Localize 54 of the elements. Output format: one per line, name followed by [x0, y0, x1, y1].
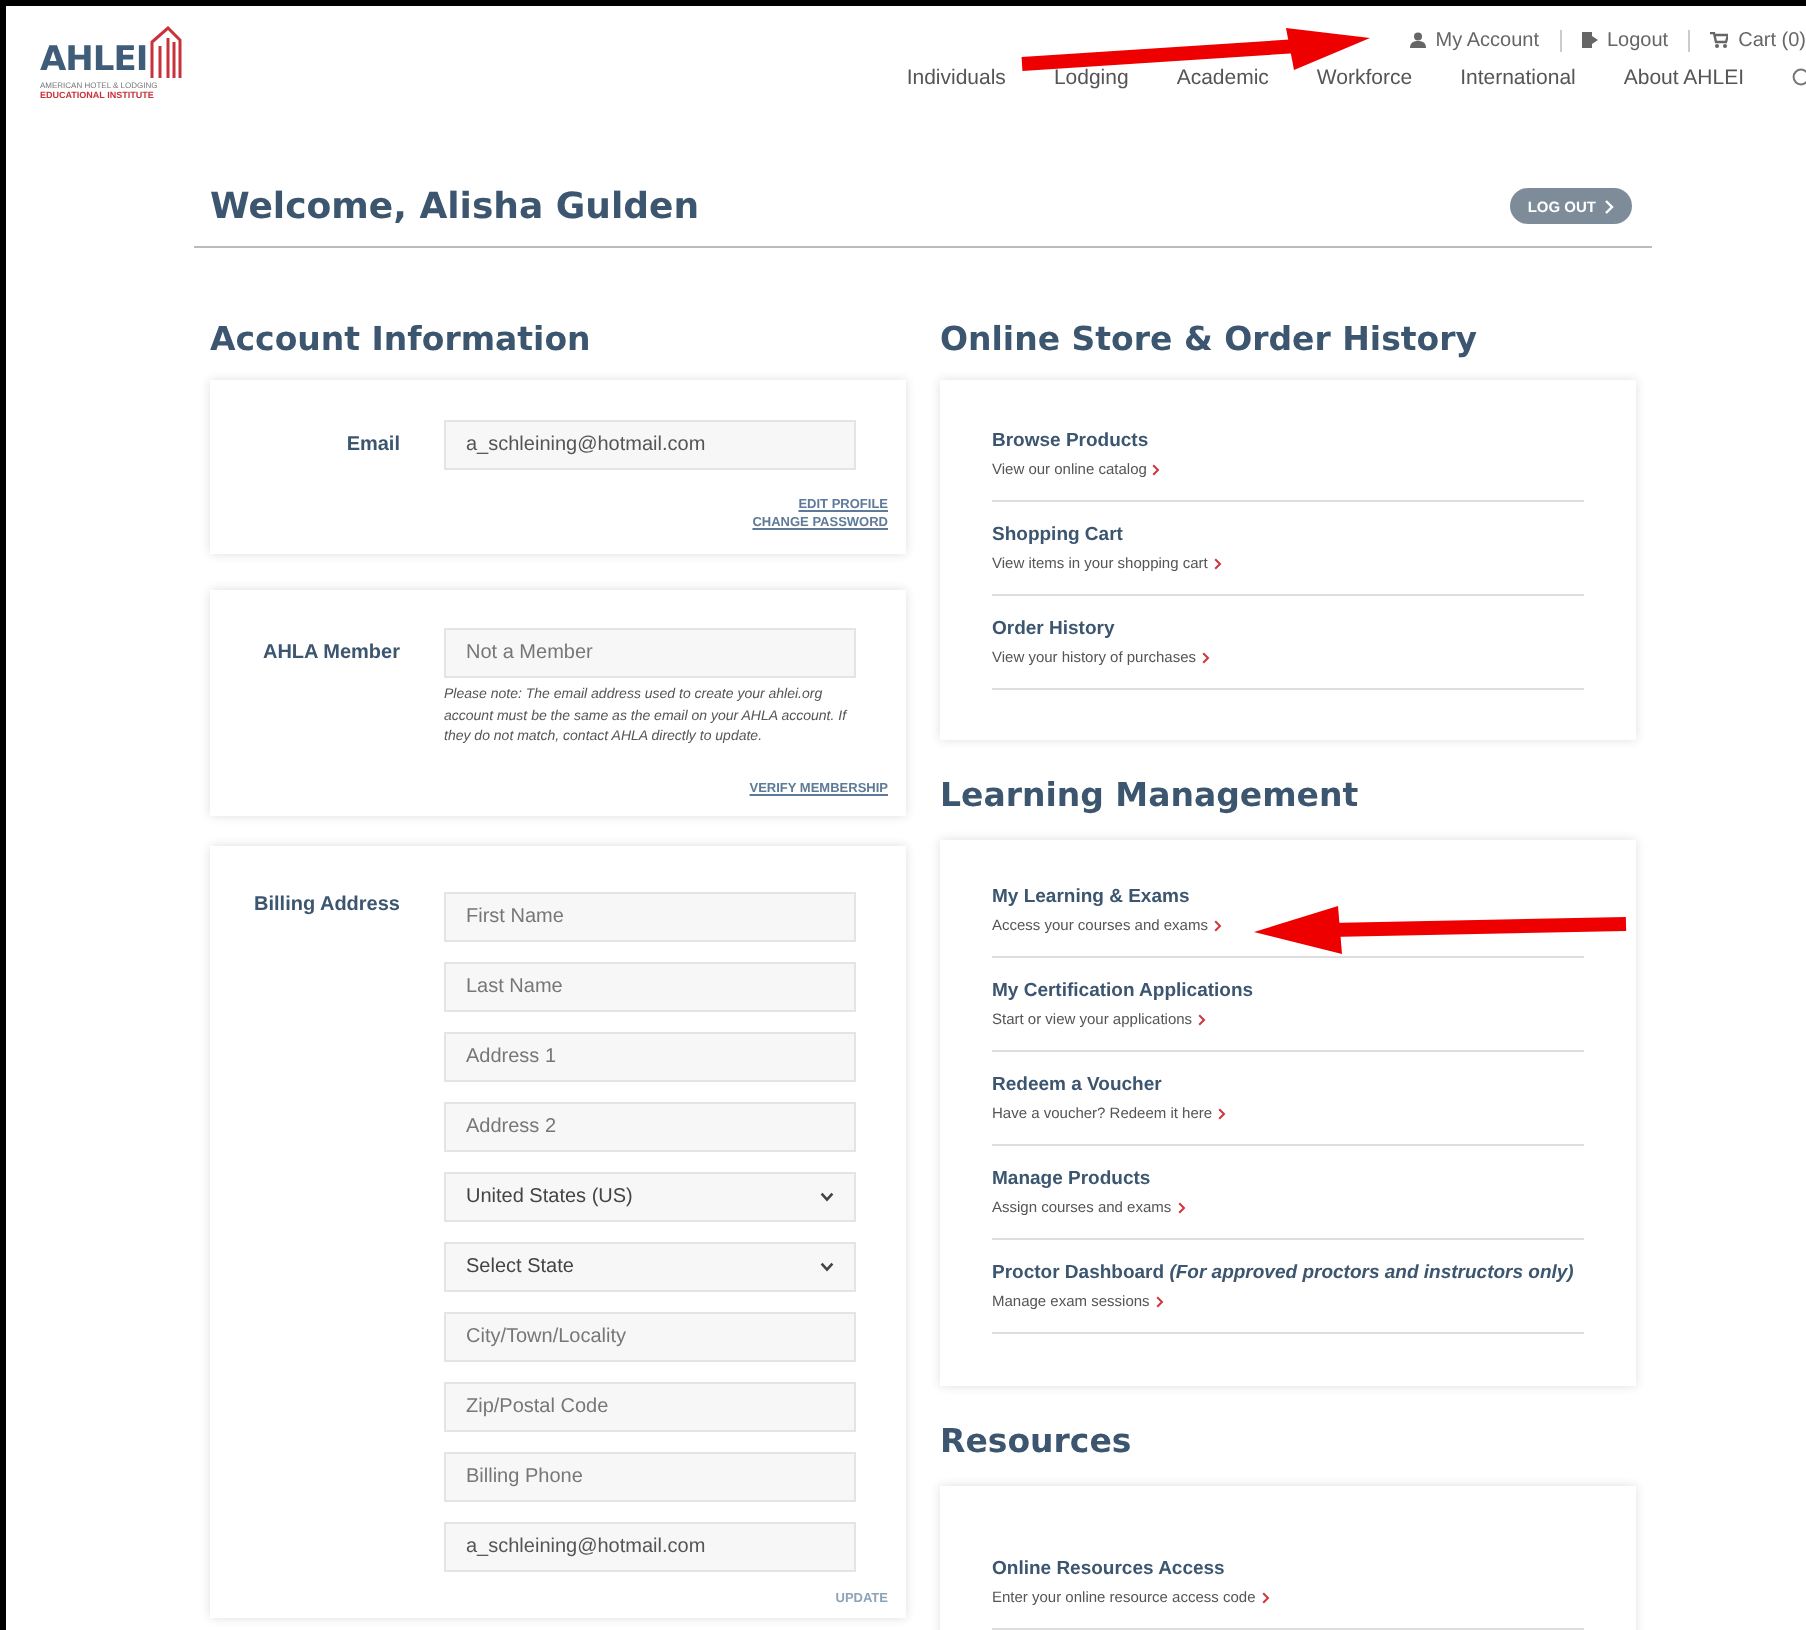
item-title-link[interactable]: My Learning & Exams: [992, 884, 1584, 912]
item-title-link[interactable]: My Certification Applications: [992, 978, 1584, 1006]
section-heading: Online Store & Order History: [940, 318, 1480, 362]
input-field[interactable]: a_schleining@hotmail.com: [444, 1522, 856, 1572]
logout-icon: [1581, 32, 1597, 48]
user-icon: [1409, 32, 1426, 48]
item-title-link[interactable]: Redeem a Voucher: [992, 1072, 1584, 1100]
nav-link[interactable]: Workforce: [1316, 66, 1413, 90]
building-icon: [149, 26, 182, 78]
select-field[interactable]: United States (US): [444, 1172, 856, 1222]
chevron-icon: [1155, 1295, 1164, 1307]
membership-field[interactable]: Not a Member: [444, 628, 856, 678]
chevron-icon: [1202, 651, 1210, 663]
item-title-link[interactable]: Manage Products: [992, 1166, 1584, 1194]
cart-icon: [1710, 32, 1729, 48]
input-field[interactable]: Zip/Postal Code: [444, 1382, 856, 1432]
item-title-link[interactable]: Shopping Cart: [992, 522, 1584, 550]
field-label: AHLA Member: [260, 640, 400, 668]
item-title-link[interactable]: Order History: [992, 616, 1584, 644]
section-heading: Account Information: [210, 318, 593, 362]
chevron-icon: [820, 1192, 834, 1202]
field-label: Email: [344, 432, 400, 460]
input-field[interactable]: City/Town/Locality: [444, 1312, 856, 1362]
chevron-icon: [1213, 919, 1222, 931]
email-field[interactable]: a_schleining@hotmail.com: [444, 420, 856, 470]
item-title-link[interactable]: Online Resources Access: [992, 1556, 1584, 1584]
section-heading: Resources: [940, 1420, 1134, 1464]
nav-link[interactable]: Individuals: [906, 66, 1006, 90]
nav-link[interactable]: Lodging: [1053, 66, 1129, 90]
nav-link[interactable]: Academic: [1176, 66, 1269, 90]
chevron-icon: [820, 1262, 834, 1272]
input-field[interactable]: Last Name: [444, 962, 856, 1012]
nav-link[interactable]: About AHLEI: [1623, 66, 1744, 90]
section-heading: Learning Management: [940, 774, 1361, 818]
chevron-icon: [1177, 1201, 1186, 1213]
input-field[interactable]: Billing Phone: [444, 1452, 856, 1502]
top-link[interactable]: Cart (0): [1710, 29, 1806, 51]
input-field[interactable]: Address 2: [444, 1102, 856, 1152]
field-label: Billing Address: [252, 892, 400, 920]
chevron-icon: [1152, 463, 1161, 475]
chevron-icon: [1261, 1591, 1270, 1603]
chevron-icon: [1213, 557, 1222, 569]
top-link[interactable]: Logout: [1581, 29, 1669, 51]
item-title-link[interactable]: Browse Products: [992, 428, 1584, 456]
item-title-link[interactable]: Proctor Dashboard (For approved proctors and instructors only): [992, 1260, 1584, 1288]
select-field[interactable]: Select State: [444, 1242, 856, 1292]
input-field[interactable]: First Name: [444, 892, 856, 942]
input-field[interactable]: Address 1: [444, 1032, 856, 1082]
chevron-icon: [1604, 199, 1614, 213]
chevron-icon: [1198, 1013, 1207, 1025]
welcome-heading: Welcome, Alisha Gulden: [210, 185, 700, 227]
top-link[interactable]: My Account: [1409, 29, 1539, 51]
chevron-icon: [1218, 1107, 1227, 1119]
nav-link[interactable]: International: [1460, 66, 1576, 90]
